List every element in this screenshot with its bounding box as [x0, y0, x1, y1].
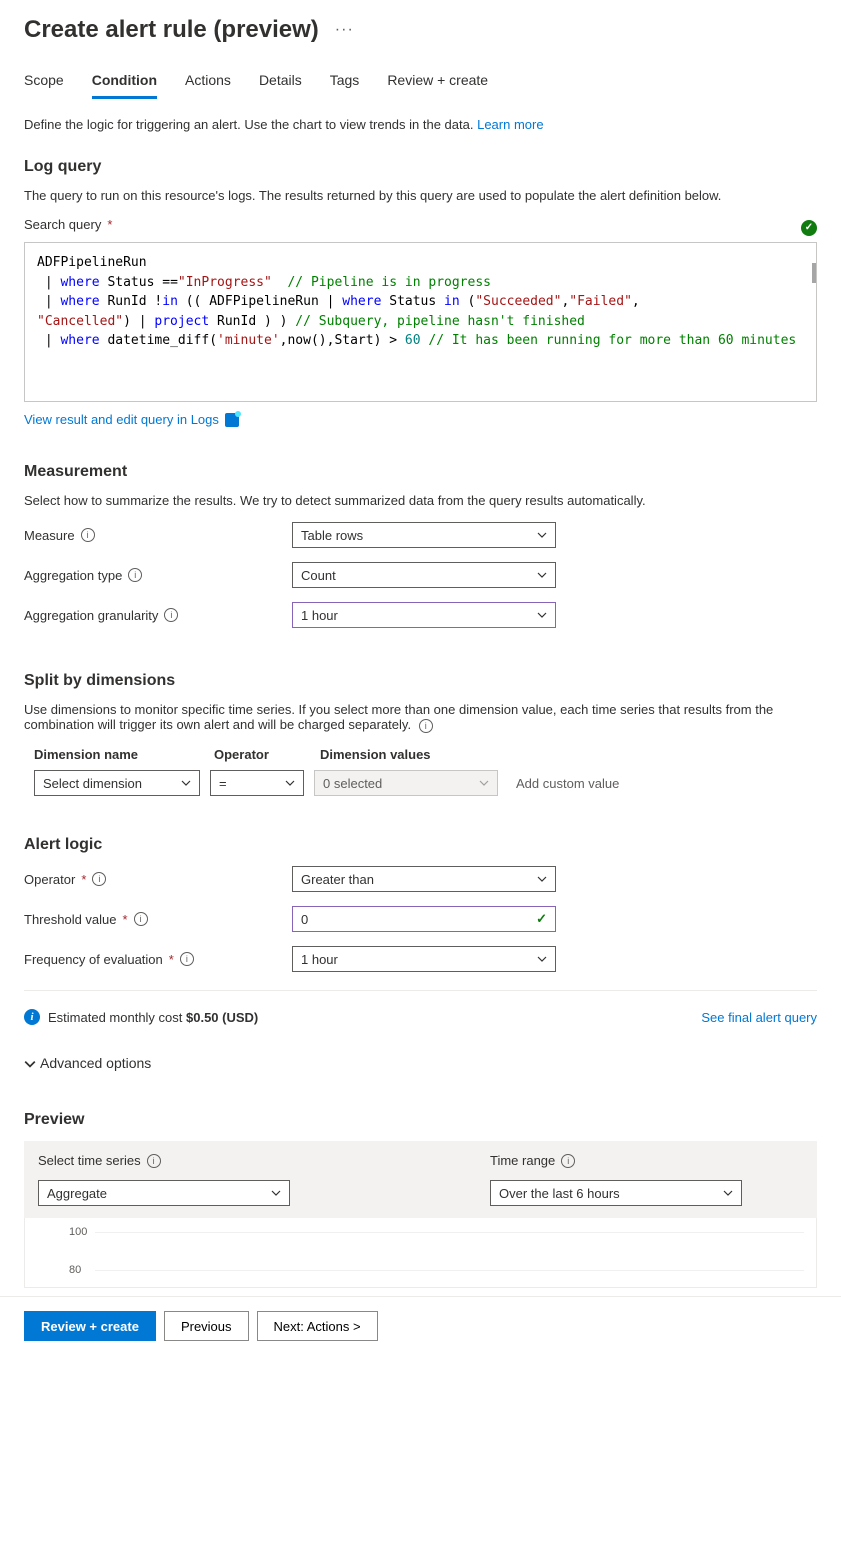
chevron-down-icon: [723, 1188, 733, 1198]
more-actions-button[interactable]: ···: [335, 21, 354, 39]
info-icon[interactable]: i: [128, 568, 142, 582]
measurement-heading: Measurement: [24, 463, 817, 481]
frequency-label: Frequency of evaluation: [24, 952, 163, 967]
search-query-editor[interactable]: ADFPipelineRun | where Status =="InProgr…: [24, 242, 817, 402]
condition-description: Define the logic for triggering an alert…: [24, 117, 817, 132]
dimension-operator-select[interactable]: =: [210, 770, 304, 796]
time-series-label: Select time series: [38, 1153, 141, 1168]
chevron-down-icon: [271, 1188, 281, 1198]
tab-tags[interactable]: Tags: [330, 72, 360, 99]
required-indicator: *: [81, 872, 86, 887]
dimension-name-select[interactable]: Select dimension: [34, 770, 200, 796]
required-indicator: *: [123, 912, 128, 927]
review-create-button[interactable]: Review + create: [24, 1311, 156, 1341]
dimension-row: Select dimension = 0 selected Add custom…: [24, 770, 817, 806]
info-icon[interactable]: i: [147, 1154, 161, 1168]
threshold-input[interactable]: 0 ✓: [292, 906, 556, 932]
required-indicator: *: [169, 952, 174, 967]
tab-actions[interactable]: Actions: [185, 72, 231, 99]
chevron-down-icon: [181, 778, 191, 788]
add-custom-value-link[interactable]: Add custom value: [516, 776, 619, 791]
alert-logic-heading: Alert logic: [24, 836, 817, 854]
measure-label: Measure: [24, 528, 75, 543]
chevron-down-icon: [285, 778, 295, 788]
aggregation-granularity-label: Aggregation granularity: [24, 608, 158, 623]
dimension-values-select[interactable]: 0 selected: [314, 770, 498, 796]
tab-condition[interactable]: Condition: [92, 72, 157, 99]
aggregation-type-label: Aggregation type: [24, 568, 122, 583]
time-series-select[interactable]: Aggregate: [38, 1180, 290, 1206]
info-icon[interactable]: i: [92, 872, 106, 886]
y-tick: 100: [69, 1226, 87, 1238]
info-icon[interactable]: i: [81, 528, 95, 542]
preview-chart: 100 80: [24, 1218, 817, 1288]
previous-button[interactable]: Previous: [164, 1311, 249, 1341]
chevron-down-icon: [537, 954, 547, 964]
tab-details[interactable]: Details: [259, 72, 302, 99]
query-valid-icon: ✓: [801, 220, 817, 236]
dimension-table-header: Dimension name Operator Dimension values: [24, 747, 817, 762]
y-tick: 80: [69, 1264, 81, 1276]
page-title: Create alert rule (preview): [24, 16, 319, 44]
chevron-down-icon: [24, 1058, 34, 1068]
aggregation-granularity-select[interactable]: 1 hour: [292, 602, 556, 628]
frequency-select[interactable]: 1 hour: [292, 946, 556, 972]
chevron-down-icon: [537, 570, 547, 580]
log-query-heading: Log query: [24, 158, 817, 176]
search-query-label: Search query: [24, 217, 101, 232]
log-query-desc: The query to run on this resource's logs…: [24, 188, 817, 203]
info-icon[interactable]: i: [419, 719, 433, 733]
time-range-label: Time range: [490, 1153, 555, 1168]
info-icon[interactable]: i: [180, 952, 194, 966]
view-in-logs-link[interactable]: View result and edit query in Logs: [24, 412, 239, 427]
info-icon[interactable]: i: [164, 608, 178, 622]
split-heading: Split by dimensions: [24, 672, 817, 690]
operator-label: Operator: [24, 872, 75, 887]
info-icon[interactable]: i: [134, 912, 148, 926]
valid-check-icon: ✓: [536, 911, 547, 927]
threshold-label: Threshold value: [24, 912, 117, 927]
operator-select[interactable]: Greater than: [292, 866, 556, 892]
chevron-down-icon: [479, 778, 489, 788]
tab-bar: Scope Condition Actions Details Tags Rev…: [24, 72, 817, 99]
chevron-down-icon: [537, 530, 547, 540]
chevron-down-icon: [537, 610, 547, 620]
required-indicator: *: [107, 217, 112, 232]
chevron-down-icon: [537, 874, 547, 884]
tab-scope[interactable]: Scope: [24, 72, 64, 99]
learn-more-link[interactable]: Learn more: [477, 117, 543, 132]
logs-icon: [225, 413, 239, 427]
next-button[interactable]: Next: Actions >: [257, 1311, 378, 1341]
wizard-footer: Review + create Previous Next: Actions >: [0, 1296, 841, 1355]
cost-label: Estimated monthly cost $0.50 (USD): [48, 1010, 258, 1025]
final-alert-query-link[interactable]: See final alert query: [701, 1010, 817, 1025]
measure-select[interactable]: Table rows: [292, 522, 556, 548]
preview-heading: Preview: [24, 1111, 817, 1129]
preview-controls: Select time series i Aggregate Time rang…: [24, 1141, 817, 1218]
info-icon: i: [24, 1009, 40, 1025]
scrollbar[interactable]: [812, 263, 816, 283]
aggregation-type-select[interactable]: Count: [292, 562, 556, 588]
split-desc: Use dimensions to monitor specific time …: [24, 702, 817, 733]
time-range-select[interactable]: Over the last 6 hours: [490, 1180, 742, 1206]
info-icon[interactable]: i: [561, 1154, 575, 1168]
tab-review[interactable]: Review + create: [387, 72, 488, 99]
measurement-desc: Select how to summarize the results. We …: [24, 493, 817, 508]
advanced-options-toggle[interactable]: Advanced options: [24, 1055, 817, 1071]
